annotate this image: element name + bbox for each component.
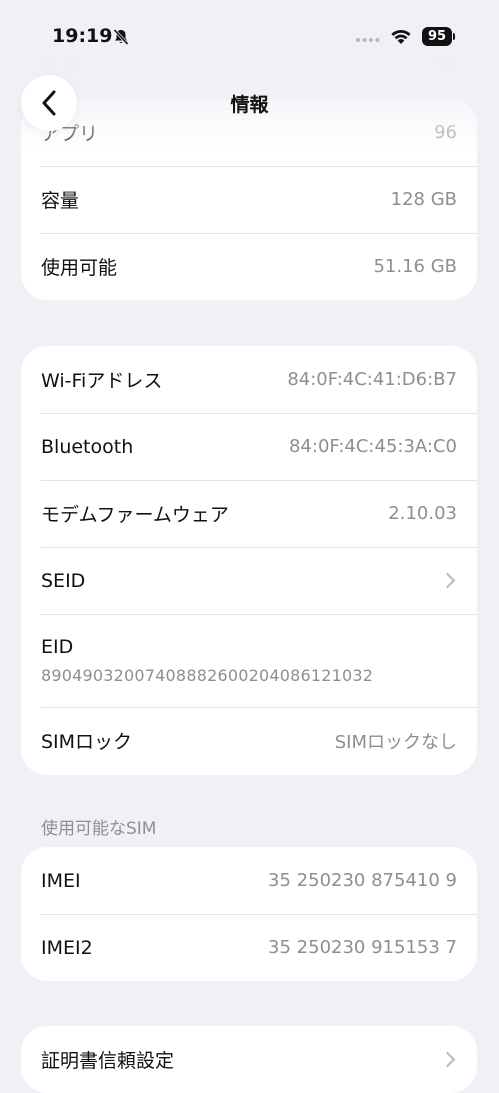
imei-row: IMEI 35 250230 875410 9 — [21, 847, 477, 914]
bluetooth-label: Bluetooth — [41, 435, 134, 458]
chevron-right-icon — [439, 572, 456, 589]
available-label: 使用可能 — [41, 257, 118, 279]
imei2-value: 35 250230 915153 7 — [268, 937, 457, 958]
wifi-address-row: Wi-Fiアドレス 84:0F:4C:41:D6:B7 — [21, 346, 477, 413]
cellular-signal-icon — [356, 38, 380, 42]
certificate-group: 証明書信頼設定 — [21, 1026, 477, 1093]
apps-value: 96 — [434, 122, 457, 143]
status-bar: 19:19 95 — [0, 0, 499, 60]
storage-group: アプリ 96 容量 128 GB 使用可能 51.16 GB — [21, 99, 477, 300]
wifi-address-label: Wi-Fiアドレス — [41, 370, 163, 392]
wifi-icon — [391, 29, 411, 44]
battery-tip — [453, 33, 455, 40]
eid-value: 89049032007408882600204086121032 — [41, 666, 374, 685]
bell-slash-icon — [113, 28, 129, 46]
imei-label: IMEI — [41, 869, 81, 892]
capacity-label: 容量 — [41, 190, 80, 212]
bluetooth-row: Bluetooth 84:0F:4C:45:3A:C0 — [21, 413, 477, 480]
seid-row[interactable]: SEID — [21, 547, 477, 614]
eid-label: EID — [41, 636, 74, 658]
imei2-label: IMEI2 — [41, 936, 93, 959]
seid-label: SEID — [41, 569, 86, 592]
wifi-address-value: 84:0F:4C:41:D6:B7 — [287, 369, 457, 390]
sim-lock-label: SIMロック — [41, 731, 133, 753]
modem-firmware-value: 2.10.03 — [388, 503, 457, 524]
imei-value: 35 250230 875410 9 — [268, 870, 457, 891]
imei2-row: IMEI2 35 250230 915153 7 — [21, 914, 477, 981]
certificate-trust-row[interactable]: 証明書信頼設定 — [21, 1026, 477, 1093]
certificate-trust-label: 証明書信頼設定 — [41, 1050, 175, 1072]
capacity-value: 128 GB — [390, 189, 457, 210]
network-info-group: Wi-Fiアドレス 84:0F:4C:41:D6:B7 Bluetooth 84… — [21, 346, 477, 775]
battery-indicator: 95 — [422, 27, 452, 46]
sim-group: IMEI 35 250230 875410 9 IMEI2 35 250230 … — [21, 847, 477, 981]
bluetooth-value: 84:0F:4C:45:3A:C0 — [288, 436, 457, 457]
sim-lock-value: SIMロックなし — [334, 731, 457, 753]
modem-firmware-label: モデムファームウェア — [41, 504, 229, 526]
status-time: 19:19 — [52, 25, 113, 47]
settings-scroll-view[interactable]: 写真 48 アプリ 96 容量 128 GB 使用可能 51.16 GB Wi-… — [0, 0, 499, 1093]
available-value: 51.16 GB — [373, 256, 457, 277]
modem-firmware-row: モデムファームウェア 2.10.03 — [21, 480, 477, 547]
page-title: 情報 — [230, 94, 269, 116]
sim-lock-row: SIMロック SIMロックなし — [21, 707, 477, 774]
available-sim-header: 使用可能なSIM — [41, 819, 157, 839]
capacity-row: 容量 128 GB — [21, 166, 477, 233]
eid-row: EID 89049032007408882600204086121032 — [21, 614, 477, 707]
chevron-right-icon — [439, 1051, 456, 1068]
available-row: 使用可能 51.16 GB — [21, 233, 477, 300]
